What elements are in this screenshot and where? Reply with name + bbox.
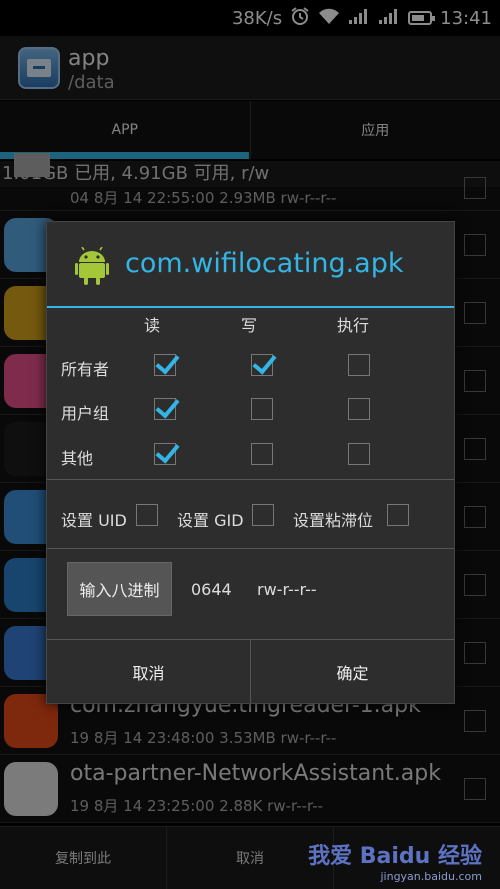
permission-row-label: 用户组 bbox=[61, 404, 110, 423]
execute-checkbox[interactable] bbox=[348, 398, 370, 420]
baidu-watermark: 我爱 Baidu 经验 jingyan.baidu.com bbox=[308, 838, 482, 883]
permission-string: rw-r--r-- bbox=[257, 580, 317, 599]
dialog-header: com.wifilocating.apk bbox=[47, 222, 454, 308]
read-checkbox[interactable] bbox=[154, 398, 176, 420]
set-uid-label: 设置 UID bbox=[61, 511, 127, 530]
execute-checkbox[interactable] bbox=[348, 443, 370, 465]
set-gid-label: 设置 GID bbox=[177, 511, 244, 530]
enter-octal-button[interactable]: 输入八进制 bbox=[67, 562, 172, 616]
permissions-dialog: com.wifilocating.apk 读 写 执行 所有者用户组其他 设置 … bbox=[46, 221, 455, 704]
write-checkbox[interactable] bbox=[251, 443, 273, 465]
dialog-cancel-button[interactable]: 取消 bbox=[47, 640, 250, 703]
android-icon bbox=[75, 247, 109, 285]
dialog-divider bbox=[47, 548, 454, 549]
write-checkbox[interactable] bbox=[251, 354, 273, 376]
read-checkbox[interactable] bbox=[154, 354, 176, 376]
execute-checkbox[interactable] bbox=[348, 354, 370, 376]
permission-row-label: 所有者 bbox=[61, 360, 110, 379]
permission-row-label: 其他 bbox=[61, 449, 94, 468]
dialog-ok-button[interactable]: 确定 bbox=[250, 640, 454, 703]
dialog-title: com.wifilocating.apk bbox=[125, 248, 404, 279]
octal-value: 0644 bbox=[191, 580, 232, 599]
set-gid-checkbox[interactable] bbox=[252, 504, 274, 526]
read-checkbox[interactable] bbox=[154, 443, 176, 465]
set-uid-checkbox[interactable] bbox=[136, 504, 158, 526]
dialog-button-bar: 取消 确定 bbox=[47, 639, 454, 703]
column-read: 读 bbox=[144, 316, 161, 335]
watermark-text: 我爱 Baidu 经验 bbox=[308, 844, 482, 869]
dialog-divider bbox=[47, 479, 454, 480]
write-checkbox[interactable] bbox=[251, 398, 273, 420]
column-execute: 执行 bbox=[337, 316, 370, 335]
watermark-url: jingyan.baidu.com bbox=[380, 870, 482, 883]
column-write: 写 bbox=[241, 316, 258, 335]
sticky-bit-checkbox[interactable] bbox=[387, 504, 409, 526]
sticky-bit-label: 设置粘滞位 bbox=[293, 511, 374, 530]
